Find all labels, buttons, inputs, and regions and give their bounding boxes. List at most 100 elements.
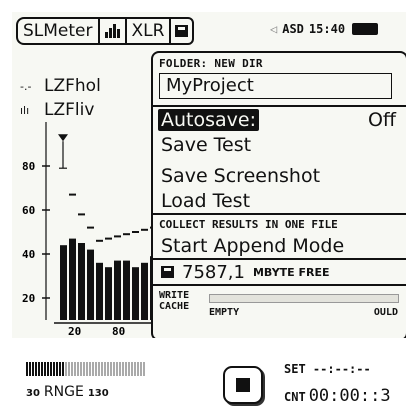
level-segment: [71, 362, 73, 376]
legend-hold: -.- LZFhol: [20, 76, 101, 96]
free-space: 7587,1 MBYTE FREE: [153, 258, 406, 286]
y-tick-label: 40: [22, 248, 35, 261]
level-segment: [125, 362, 127, 376]
level-bar: [132, 267, 139, 320]
count-value: 00:00::3: [308, 386, 391, 406]
storage-menu: FOLDER: NEW DIR MyProject Autosave: Off …: [151, 51, 406, 338]
level-segment: [110, 362, 112, 376]
level-segment: [80, 362, 82, 376]
range-indicator[interactable]: 30 RNGE 130: [26, 384, 109, 400]
count-timer: CNT 00:00::3: [284, 386, 391, 406]
level-bar: [87, 249, 94, 320]
menu-item-autosave[interactable]: Autosave: Off: [153, 107, 406, 132]
level-segment: [50, 362, 52, 376]
level-segment: [104, 362, 106, 376]
speaker-icon: ◁: [270, 22, 278, 36]
write-cache-right: OULD: [373, 307, 398, 318]
level-segment: [83, 362, 85, 376]
level-segment: [113, 362, 115, 376]
folder-header: FOLDER: NEW DIR: [159, 57, 263, 70]
level-segment: [38, 362, 40, 376]
hold-line-icon: -.-: [20, 79, 32, 93]
level-segment: [65, 362, 67, 376]
write-cache: WRITE CACHE EMPTY OULD: [159, 290, 399, 318]
folder-name-input[interactable]: MyProject: [159, 73, 392, 99]
level-bar: [96, 262, 103, 320]
level-segment: [134, 362, 136, 376]
level-segment: [107, 362, 109, 376]
disk-icon: [161, 266, 174, 278]
level-segment: [62, 362, 64, 376]
disk-icon: [175, 25, 189, 37]
level-segment: [143, 362, 145, 376]
write-cache-bar: [209, 294, 399, 303]
level-marker: [58, 134, 68, 142]
level-segment: [116, 362, 118, 376]
level-bar: [105, 267, 112, 320]
level-segment: [56, 362, 58, 376]
level-segment: [89, 362, 91, 376]
level-segment: [47, 362, 49, 376]
set-timer: SET --:--:--: [284, 362, 371, 376]
tab-storage[interactable]: [169, 17, 195, 45]
level-segment: [122, 362, 124, 376]
level-bar: [60, 245, 67, 320]
free-space-value: 7587,1: [182, 261, 245, 283]
level-segment: [92, 362, 94, 376]
bottom-panel: 30 RNGE 130 SET --:--:-- CNT 00:00::3: [12, 354, 406, 412]
legend-live-label: LZFliv: [44, 100, 95, 120]
level-chart: 80 60 40 20 20 80: [22, 121, 162, 338]
level-segment: [140, 362, 142, 376]
stop-icon: [236, 378, 250, 392]
clock: 15:40: [308, 22, 346, 36]
level-segment: [131, 362, 133, 376]
level-segment: [32, 362, 34, 376]
level-segment: [53, 362, 55, 376]
level-segment: [29, 362, 31, 376]
level-segment: [128, 362, 130, 376]
battery-icon: [352, 23, 379, 35]
stop-button[interactable]: [223, 366, 263, 404]
y-tick-label: 20: [22, 292, 35, 305]
level-segment: [86, 362, 88, 376]
x-tick-label: 80: [112, 325, 125, 338]
input-level-meter: [26, 362, 145, 376]
level-segment: [101, 362, 103, 376]
level-bar: [78, 243, 85, 320]
level-bar: [123, 260, 130, 320]
level-segment: [98, 362, 100, 376]
status-tab-bar: SLMeter XLR: [16, 17, 195, 45]
menu-item-load-test[interactable]: Load Test: [153, 188, 406, 213]
level-segment: [74, 362, 76, 376]
level-segment: [41, 362, 43, 376]
level-bar: [69, 238, 76, 320]
menu-item-start-append[interactable]: Start Append Mode: [153, 233, 406, 258]
level-bar: [141, 262, 148, 320]
tab-spectrum[interactable]: [97, 17, 125, 45]
autosave-value: Off: [367, 108, 396, 131]
bars-icon: [104, 24, 120, 38]
level-segment: [26, 362, 28, 376]
level-segment: [68, 362, 70, 376]
tab-input[interactable]: XLR: [124, 17, 170, 45]
level-segment: [95, 362, 97, 376]
level-segment: [35, 362, 37, 376]
legend-live: ılı LZFliv: [20, 100, 94, 120]
level-bar: [114, 260, 121, 320]
status-info: ◁ ASD 15:40: [270, 22, 379, 36]
legend-hold-label: LZFhol: [44, 76, 101, 96]
level-segment: [59, 362, 61, 376]
menu-item-save-screenshot[interactable]: Save Screenshot: [153, 163, 406, 188]
write-cache-state: EMPTY: [209, 307, 240, 318]
level-segment: [137, 362, 139, 376]
free-space-unit: MBYTE FREE: [252, 265, 330, 279]
menu-item-save-test[interactable]: Save Test: [153, 132, 406, 157]
tab-sound-meter[interactable]: SLMeter: [16, 17, 98, 45]
y-tick-label: 80: [22, 160, 35, 173]
range-label: RNGE: [43, 384, 84, 400]
device-screen: SLMeter XLR ◁ ASD 15:40 -.- LZFhol ılı L…: [12, 12, 406, 338]
y-tick-label: 60: [22, 204, 35, 217]
autosave-label: Autosave:: [158, 108, 259, 131]
level-segment: [44, 362, 46, 376]
level-segment: [77, 362, 79, 376]
